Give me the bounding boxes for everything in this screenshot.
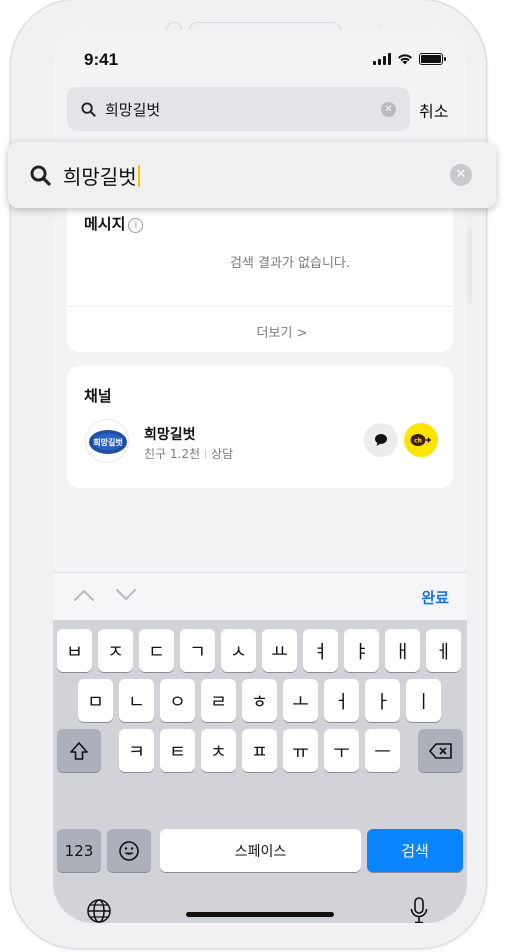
key-row1-4[interactable]: ㅅ	[221, 629, 256, 672]
shift-key[interactable]	[57, 729, 101, 772]
key-row3-5[interactable]: ㅜ	[324, 729, 359, 772]
status-icons	[373, 53, 446, 65]
svg-text:ch: ch	[414, 438, 422, 445]
divider	[67, 306, 453, 307]
key-row3-0[interactable]: ㅋ	[119, 729, 154, 772]
key-row2-3[interactable]: ㄹ	[201, 679, 236, 722]
key-row1-0[interactable]: ㅂ	[57, 629, 92, 672]
chat-button[interactable]	[364, 423, 398, 457]
zoomed-search-text: 희망길벗	[63, 164, 137, 189]
key-row1-6[interactable]: ㅕ	[303, 629, 338, 672]
home-indicator[interactable]	[186, 912, 334, 917]
channels-title: 채널	[84, 387, 112, 405]
text-caret	[137, 164, 140, 187]
key-row1-1[interactable]: ㅈ	[98, 629, 133, 672]
empty-text: 검색 결과가 없습니다.	[229, 256, 351, 271]
key-row3-4[interactable]: ㅠ	[283, 729, 318, 772]
key-row2-5[interactable]: ㅗ	[283, 679, 318, 722]
key-row1-9[interactable]: ㅔ	[426, 629, 461, 672]
signal-icon	[373, 53, 391, 65]
zoomed-search-query: 희망길벗	[63, 161, 140, 190]
key-row2-4[interactable]: ㅎ	[242, 679, 277, 722]
zoomed-search-bar[interactable]: 희망길벗 ✕	[8, 142, 496, 208]
separator	[205, 449, 207, 459]
number-key[interactable]: 123	[57, 829, 101, 872]
key-row2-1[interactable]: ㄴ	[119, 679, 154, 722]
channel-category: 상담	[211, 447, 234, 461]
clear-icon[interactable]: ✕	[381, 102, 396, 117]
key-row1-7[interactable]: ㅑ	[344, 629, 379, 672]
chevron-up-icon[interactable]	[73, 587, 95, 603]
keyboard-accessory-bar: 완료	[53, 572, 467, 620]
channel-name[interactable]: 희망길벗	[144, 424, 196, 444]
channel-friends: 친구 1.2천	[144, 447, 201, 461]
cancel-button[interactable]: 취소	[419, 98, 448, 122]
channel-logo[interactable]: 희망길벗	[85, 419, 129, 463]
key-row3-1[interactable]: ㅌ	[160, 729, 195, 772]
key-row2-7[interactable]: ㅏ	[365, 679, 400, 722]
key-row1-2[interactable]: ㄷ	[139, 629, 174, 672]
search-icon	[30, 165, 51, 186]
key-row2-2[interactable]: ㅇ	[160, 679, 195, 722]
chevron-down-icon[interactable]	[115, 587, 137, 603]
microphone-icon[interactable]	[409, 896, 429, 923]
emoji-icon	[119, 840, 139, 861]
status-time: 9:41	[84, 50, 119, 69]
channel-add-icon: ch	[410, 434, 431, 446]
info-icon[interactable]: i	[128, 218, 144, 233]
space-key[interactable]: 스페이스	[160, 829, 361, 872]
search-query: 희망길벗	[105, 100, 161, 119]
backspace-key[interactable]	[418, 729, 463, 772]
battery-icon	[419, 53, 446, 65]
chat-bubble-icon	[375, 434, 387, 446]
messages-title: 메시지 i	[84, 213, 144, 234]
globe-icon[interactable]	[86, 898, 112, 923]
search-icon	[81, 101, 96, 117]
wifi-icon	[398, 54, 412, 65]
key-row2-8[interactable]: ㅣ	[406, 679, 441, 722]
key-row1-5[interactable]: ㅛ	[262, 629, 297, 672]
key-row3-2[interactable]: ㅊ	[201, 729, 236, 772]
shift-icon	[70, 741, 88, 760]
channel-logo-text: 희망길벗	[93, 437, 123, 447]
key-row2-6[interactable]: ㅓ	[324, 679, 359, 722]
keyboard: ㅂㅈㄷㄱㅅㅛㅕㅑㅐㅔ ㅁㄴㅇㄹㅎㅗㅓㅏㅣ ㅋㅌㅊㅍㅠㅜㅡ 123 스페이스 검색	[53, 620, 467, 923]
search-input[interactable]: 희망길벗 ✕	[67, 87, 410, 131]
emoji-key[interactable]	[107, 829, 151, 872]
channel-meta: 친구 1.2천 상담	[144, 445, 233, 462]
key-row2-0[interactable]: ㅁ	[78, 679, 113, 722]
page: 9:41 희망길벗 ✕ 취소 메시지 i 검색 결과가 없습니다. 더보기 > …	[0, 0, 507, 952]
key-row3-6[interactable]: ㅡ	[365, 729, 400, 772]
key-row1-8[interactable]: ㅐ	[385, 629, 420, 672]
key-row3-3[interactable]: ㅍ	[242, 729, 277, 772]
search-key[interactable]: 검색	[367, 829, 463, 872]
add-channel-button[interactable]: ch	[404, 423, 438, 457]
clear-icon[interactable]: ✕	[450, 164, 472, 186]
more-button[interactable]: 더보기 >	[67, 322, 453, 341]
backspace-icon	[428, 742, 452, 759]
channels-card: 채널 희망길벗 희망길벗 친구 1.2천 상담 ch	[67, 366, 453, 488]
messages-title-label: 메시지	[84, 215, 126, 233]
done-button[interactable]: 완료	[421, 587, 449, 608]
key-row1-3[interactable]: ㄱ	[180, 629, 215, 672]
